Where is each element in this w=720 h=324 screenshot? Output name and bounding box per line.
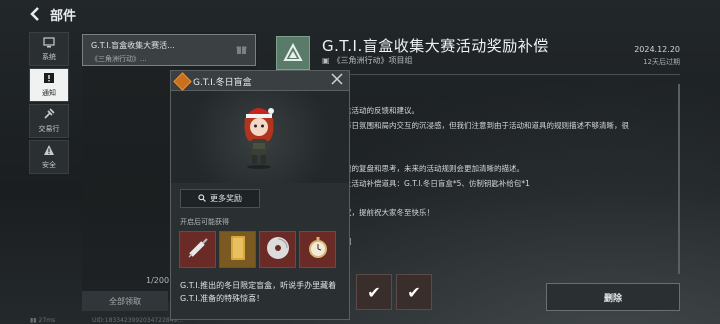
item-info-popup: G.T.I.冬日盲盒 更多奖励 开启后可能获得 G.T.I.推出的冬日限定盲盒，… [170,70,350,320]
more-rewards-label: 更多奖励 [210,194,242,203]
more-rewards-button[interactable]: 更多奖励 [180,189,260,208]
reward-item[interactable] [219,231,256,268]
mail-item-title: G.T.I.盲盒收集大赛活... [91,41,175,50]
sidebar: 系统 通知 交易行 安全 [29,32,69,176]
item-description: G.T.I.推出的冬日限定盲盒，听说手办里藏着G.T.I.准备的特殊惊喜！ [180,281,337,303]
user-icon: ▣ [322,56,330,65]
popup-header: G.T.I.冬日盲盒 [171,71,349,91]
checkmark-icon: ✔ [367,282,381,302]
possible-rewards-label: 开启后可能获得 [180,218,229,226]
mail-title: G.T.I.盲盒收集大赛活动奖励补偿 [322,37,549,55]
mail-body-line [344,148,680,163]
item-preview [171,91,349,183]
disc-item-icon [265,235,291,265]
mail-sender-label: 《三角洲行动》项目组 [332,56,413,65]
page-title: 部件 [50,9,77,24]
mail-list-item[interactable]: G.T.I.盲盒收集大赛活... 《三角洲行动》... [82,34,256,66]
latency: 27ms [38,317,56,324]
network-status: ▮▮ 27ms [30,317,56,324]
back-arrow-icon[interactable] [28,6,44,22]
checkmark-icon: ✔ [407,282,421,302]
sidebar-item-security[interactable]: 安全 [29,140,69,174]
mail-item-sender: 《三角洲行动》... [91,55,147,63]
mail-body: 盒活动的反馈和建议。 节日氛围和局内交互的沉浸感，但我们注意到由于活动和道具的规… [344,104,680,249]
sidebar-item-label: 安全 [42,161,56,169]
claim-all-button[interactable]: 全部领取 [82,291,168,311]
trade-icon [43,108,55,123]
mail-sender: ▣ 《三角洲行动》项目组 [322,55,413,66]
mail-body-line: 议，提前祝大家冬至快乐！ [344,207,434,217]
reward-item[interactable] [259,231,296,268]
top-bar: 部件 [0,0,720,28]
reward-slot-claimed[interactable]: ✔ [396,274,432,310]
sidebar-item-label: 系统 [42,53,56,61]
mail-body-line: 组 [344,235,680,250]
sidebar-item-trade[interactable]: 交易行 [29,104,69,138]
warning-icon [43,144,55,159]
mail-body-line: 上活动补偿道具：G.T.I.冬日盲盒*5、仿制钥匙补给包*1 [344,178,530,188]
popup-title: G.T.I.冬日盲盒 [193,78,252,88]
notice-icon [43,72,55,87]
gift-icon [236,44,247,58]
scrollbar[interactable] [678,84,680,274]
close-icon[interactable] [329,72,345,88]
reward-item[interactable] [179,231,216,268]
mail-date: 2024.12.20 [634,45,680,54]
gold-bar-item-icon [228,234,248,266]
delete-button[interactable]: 删除 [546,283,680,311]
mail-body-line: 速的复盘和思考，未来的活动规则会更加清晰的描述。 [344,164,524,173]
sender-logo-icon [276,36,310,70]
sidebar-item-label: 通知 [42,89,56,97]
mail-body-line: 盒活动的反馈和建议。 [344,106,419,115]
syringe-item-icon [185,235,211,265]
search-icon [198,193,206,204]
attachment-rewards: ✔ ✔ [356,274,432,310]
sidebar-item-notice[interactable]: 通知 [29,68,69,102]
blind-box-icon [173,72,192,91]
pocket-watch-item-icon [305,235,331,265]
figurine-image [237,101,281,171]
mail-body-line [344,220,680,235]
reward-item[interactable] [299,231,336,268]
sidebar-item-system[interactable]: 系统 [29,32,69,66]
page-count: 1/200 [146,276,170,285]
system-icon [43,36,55,51]
mail-expiry: 12天后过期 [643,58,680,66]
reward-slot-claimed[interactable]: ✔ [356,274,392,310]
possible-rewards-list [179,231,336,268]
sidebar-item-label: 交易行 [38,125,60,133]
mail-body-line: 。 [344,133,680,148]
mail-body-line: 节日氛围和局内交互的沉浸感，但我们注意到由于活动和道具的规则描述不够清晰，很 [344,120,629,130]
mail-body-line [344,191,680,206]
